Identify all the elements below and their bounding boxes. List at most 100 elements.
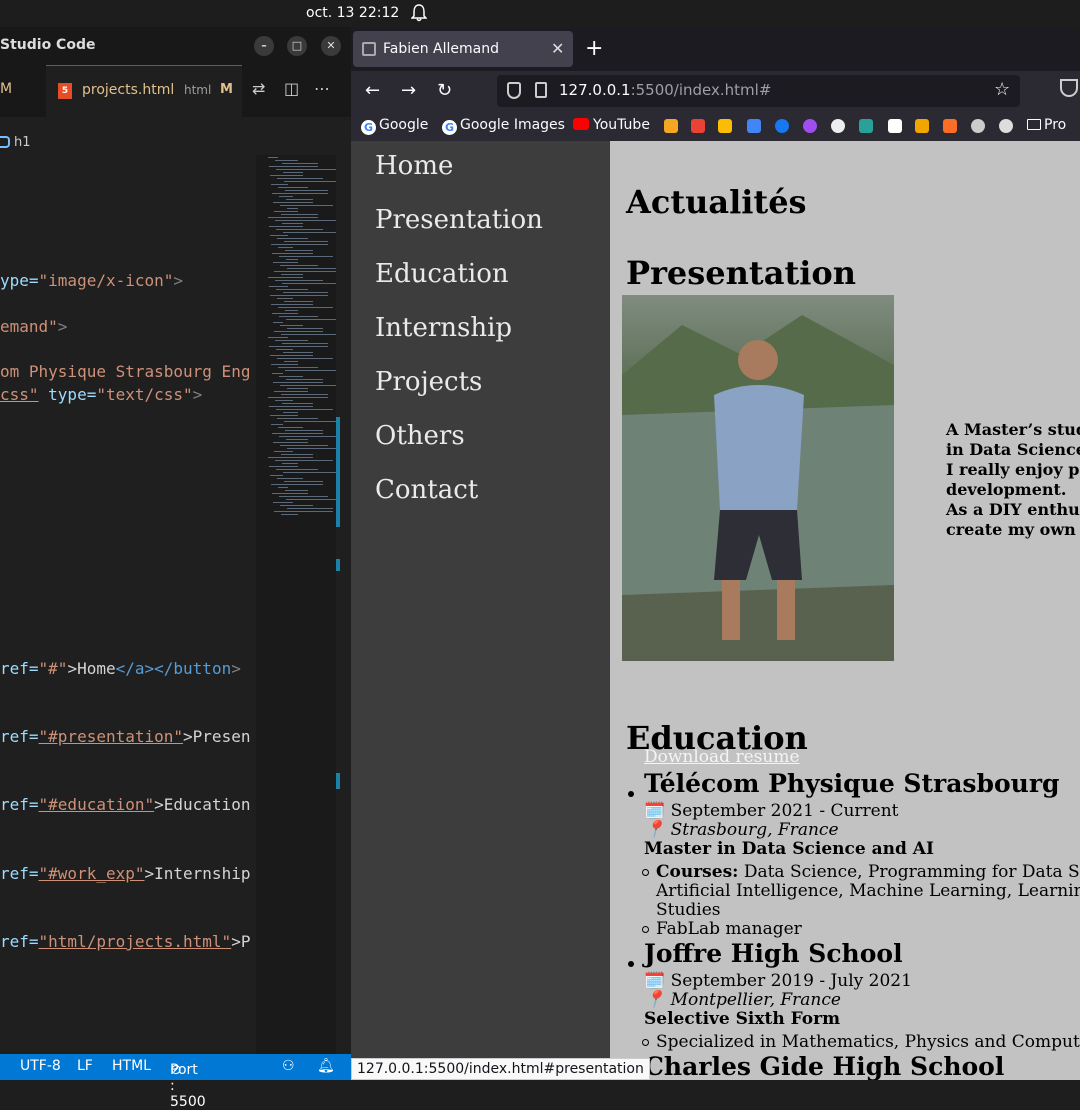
minimap-line bbox=[278, 367, 318, 368]
minimap-line bbox=[275, 460, 333, 461]
minimap-line bbox=[285, 190, 328, 191]
minimap-line bbox=[270, 355, 313, 356]
compare-changes-icon[interactable]: ⇄ bbox=[252, 79, 265, 98]
pocket-icon[interactable] bbox=[1060, 79, 1078, 97]
minimap-line bbox=[275, 220, 338, 221]
school-date: 🗓️ September 2019 - July 2021 bbox=[644, 971, 912, 991]
scrollbar[interactable] bbox=[336, 155, 351, 1080]
url-bar[interactable]: 127.0.0.1:5500/index.html# ☆ bbox=[497, 75, 1020, 107]
minimap-line bbox=[282, 223, 303, 224]
messenger-icon[interactable] bbox=[803, 119, 817, 133]
minimap-line bbox=[277, 418, 318, 419]
minimap-line bbox=[286, 319, 338, 320]
minimap-line bbox=[272, 313, 298, 314]
back-button[interactable]: ← bbox=[365, 80, 380, 101]
close-button[interactable]: ✕ bbox=[321, 36, 341, 56]
forward-button[interactable]: → bbox=[401, 80, 416, 101]
minimap-line bbox=[273, 322, 283, 323]
close-tab-icon[interactable]: ✕ bbox=[551, 39, 564, 58]
mail-icon[interactable] bbox=[664, 119, 678, 133]
maximize-button[interactable]: □ bbox=[287, 36, 307, 56]
minimap-line bbox=[274, 331, 323, 332]
nav-others[interactable]: Others bbox=[375, 421, 465, 451]
code-line: css" type="text/css"> bbox=[0, 385, 203, 404]
breadcrumb[interactable]: h1 bbox=[0, 135, 31, 155]
bookmark-youtube[interactable]: YouTube bbox=[573, 117, 650, 133]
site-icon[interactable] bbox=[971, 119, 985, 133]
download-resume-link[interactable]: Download resume bbox=[644, 747, 800, 767]
browser-tab[interactable]: Fabien Allemand ✕ bbox=[353, 31, 573, 67]
calendar-icon[interactable] bbox=[747, 119, 761, 133]
notifications-icon[interactable]: 🔔︎ bbox=[317, 1058, 335, 1074]
previous-tab-status[interactable]: M bbox=[0, 81, 12, 97]
tracking-protection-icon[interactable] bbox=[507, 82, 521, 99]
code-line: om Physique Strasbourg Eng bbox=[0, 362, 251, 381]
minimize-button[interactable]: – bbox=[254, 36, 274, 56]
split-editor-icon[interactable]: ◫ bbox=[284, 79, 299, 98]
nav-internship[interactable]: Internship bbox=[375, 313, 512, 343]
minimap-line bbox=[277, 238, 308, 239]
site-icon[interactable] bbox=[859, 119, 873, 133]
minimap-line bbox=[273, 382, 323, 383]
facebook-icon[interactable] bbox=[775, 119, 789, 133]
url-text: 127.0.0.1:5500/index.html# bbox=[559, 81, 772, 99]
web-page: Home Presentation Education Internship P… bbox=[351, 141, 1080, 1080]
minimap[interactable] bbox=[256, 155, 348, 1080]
clock[interactable]: oct. 13 22:12 bbox=[306, 5, 399, 21]
bookmark-google-images[interactable]: G Google Images bbox=[442, 117, 565, 135]
gmail-icon[interactable] bbox=[691, 119, 705, 133]
list-bullet bbox=[628, 791, 634, 797]
site-icon[interactable] bbox=[831, 119, 845, 133]
nav-presentation[interactable]: Presentation bbox=[375, 205, 543, 235]
code-line: ref="#education">Education bbox=[0, 795, 251, 814]
minimap-line bbox=[268, 217, 318, 218]
minimap-line bbox=[284, 241, 328, 242]
minimap-line bbox=[269, 466, 298, 467]
new-tab-button[interactable]: + bbox=[585, 36, 603, 61]
bookmark-star-icon[interactable]: ☆ bbox=[994, 79, 1010, 100]
minimap-line bbox=[287, 208, 298, 209]
bookmark-google[interactable]: G Google bbox=[361, 117, 428, 135]
code-line: ref="#">Home</a></button> bbox=[0, 659, 241, 678]
profile-photo bbox=[622, 295, 894, 661]
nav-home[interactable]: Home bbox=[375, 151, 453, 181]
github-icon[interactable] bbox=[999, 119, 1013, 133]
tab-projects-html[interactable]: 5 projects.html html M bbox=[46, 65, 242, 117]
encoding-status[interactable]: UTF-8 bbox=[20, 1058, 61, 1074]
page-favicon bbox=[362, 42, 376, 56]
minimap-line bbox=[272, 193, 328, 194]
bookmark-folder-pro[interactable]: Pro bbox=[1027, 117, 1066, 133]
minimap-line bbox=[285, 310, 298, 311]
minimap-line bbox=[276, 349, 293, 350]
minimap-line bbox=[278, 187, 308, 188]
minimap-line bbox=[269, 166, 318, 167]
minimap-line bbox=[276, 409, 333, 410]
minimap-line bbox=[285, 250, 313, 251]
school-degree: Master in Data Science and AI bbox=[644, 839, 934, 859]
more-actions-icon[interactable]: ⋯ bbox=[314, 79, 330, 98]
nav-contact[interactable]: Contact bbox=[375, 475, 478, 505]
minimap-line bbox=[281, 394, 328, 395]
language-status[interactable]: HTML bbox=[112, 1058, 151, 1074]
minimap-line bbox=[273, 442, 308, 443]
gitlab-icon[interactable] bbox=[943, 119, 957, 133]
feedback-icon[interactable]: ⚇ bbox=[282, 1058, 295, 1074]
minimap-line bbox=[275, 400, 293, 401]
drive-icon[interactable] bbox=[718, 119, 732, 133]
bell-icon[interactable] bbox=[411, 4, 427, 22]
youtube-icon bbox=[573, 118, 589, 130]
code-editor[interactable]: ype="image/x-icon"> emand"> om Physique … bbox=[0, 27, 256, 1080]
site-icon[interactable] bbox=[888, 119, 902, 133]
minimap-line bbox=[278, 247, 293, 248]
reload-button[interactable]: ↻ bbox=[437, 80, 452, 101]
minimap-line bbox=[284, 301, 313, 302]
nav-education[interactable]: Education bbox=[375, 259, 509, 289]
eol-status[interactable]: LF bbox=[77, 1058, 93, 1074]
minimap-line bbox=[285, 370, 338, 371]
site-icon[interactable] bbox=[915, 119, 929, 133]
nav-projects[interactable]: Projects bbox=[375, 367, 482, 397]
minimap-line bbox=[280, 445, 328, 446]
minimap-line bbox=[282, 403, 313, 404]
presentation-heading: Presentation bbox=[626, 254, 856, 292]
site-info-icon[interactable] bbox=[535, 82, 547, 98]
